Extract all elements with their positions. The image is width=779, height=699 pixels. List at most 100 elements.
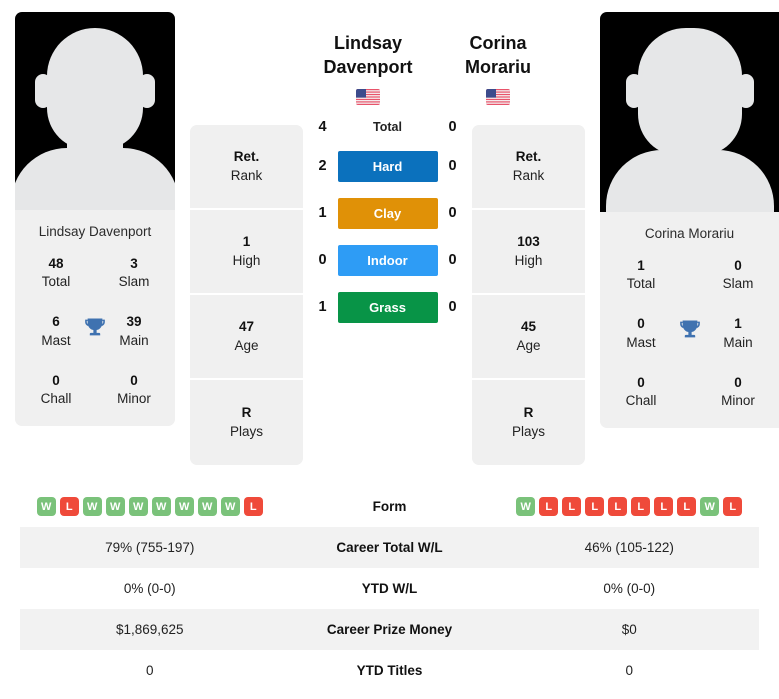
h2h-row-clay: 1 Clay 0 bbox=[303, 197, 472, 229]
right-career-total-wl: 46% (105-122) bbox=[584, 540, 674, 555]
right-form-cell: WLLLLLLLWL bbox=[500, 497, 760, 516]
h2h-right-score: 0 bbox=[448, 205, 457, 221]
h2h-right-score: 0 bbox=[448, 252, 457, 268]
form-badge-loss: L bbox=[585, 497, 605, 516]
h2h-right-score: 0 bbox=[448, 158, 457, 174]
left-titles-total: 48 Total bbox=[41, 256, 71, 290]
us-flag-icon bbox=[356, 88, 380, 105]
left-player-photo bbox=[15, 12, 175, 210]
form-badge-win: W bbox=[128, 497, 148, 516]
player-names: Lindsay Davenport Corina Morariu bbox=[303, 32, 531, 105]
h2h-left-score: 1 bbox=[318, 205, 327, 221]
table-row-career-total-wl: 79% (755-197) Career Total W/L 46% (105-… bbox=[20, 527, 759, 568]
row-label-ytd-wl: YTD W/L bbox=[361, 581, 418, 596]
player-comparison-page: Lindsay Davenport 48 Total 3 Slam 6 Mast… bbox=[0, 0, 779, 699]
left-titles-grid: 48 Total 3 Slam 6 Mast 39 Main 0 Chall 0… bbox=[15, 255, 175, 426]
form-badge-win: W bbox=[197, 497, 217, 516]
form-badge-loss: L bbox=[677, 497, 697, 516]
trophy-icon bbox=[85, 318, 105, 336]
form-badge-win: W bbox=[220, 497, 240, 516]
right-titles-total: 1 Total bbox=[626, 258, 656, 292]
h2h-right-score: 0 bbox=[448, 299, 457, 315]
us-flag-icon bbox=[486, 88, 510, 105]
form-badge-loss: L bbox=[539, 497, 559, 516]
form-badge-loss: L bbox=[723, 497, 743, 516]
right-player-info-column: Ret. Rank 103 High 45 Age R Plays bbox=[472, 125, 585, 465]
right-titles-row-1: 1 Total 0 Slam bbox=[614, 257, 765, 293]
trophy-icon bbox=[679, 320, 700, 338]
right-player-photo bbox=[600, 12, 779, 212]
head-to-head-list: 4 Total 0 2 Hard 0 1 Clay 0 0 Indoor 0 1… bbox=[303, 119, 472, 323]
form-badge-win: W bbox=[700, 497, 720, 516]
right-titles-main: 1 Main bbox=[723, 316, 753, 350]
left-player-card: Lindsay Davenport 48 Total 3 Slam 6 Mast… bbox=[15, 12, 175, 427]
right-form-badges: WLLLLLLLWL bbox=[500, 497, 760, 516]
form-badge-loss: L bbox=[608, 497, 628, 516]
form-badge-loss: L bbox=[562, 497, 582, 516]
left-player-photo-name: Lindsay Davenport bbox=[38, 224, 152, 239]
h2h-surface-label: Total bbox=[373, 119, 402, 134]
left-info-plays: R Plays bbox=[229, 404, 263, 439]
left-player-name: Lindsay Davenport bbox=[323, 33, 413, 77]
left-titles-chall: 0 Chall bbox=[40, 372, 72, 407]
left-info-high: 1 High bbox=[190, 210, 303, 295]
row-label-ytd-titles: YTD Titles bbox=[356, 663, 423, 678]
form-badge-win: W bbox=[105, 497, 125, 516]
right-info-high: 103 High bbox=[472, 210, 585, 295]
table-row-form: WLWWWWWWWL Form WLLLLLLLWL bbox=[20, 486, 759, 527]
right-ytd-titles: 0 bbox=[625, 663, 633, 678]
left-player-heading: Lindsay Davenport bbox=[303, 32, 433, 105]
right-info-age: 45 Age bbox=[472, 295, 585, 380]
h2h-left-score: 4 bbox=[318, 118, 327, 135]
left-titles-row-3: 0 Chall 0 Minor bbox=[29, 372, 161, 408]
form-badge-win: W bbox=[151, 497, 171, 516]
left-ytd-wl: 0% (0-0) bbox=[123, 581, 176, 596]
h2h-left-score: 0 bbox=[318, 252, 327, 268]
right-titles-minor: 0 Minor bbox=[721, 374, 755, 409]
left-info-age: 47 Age bbox=[190, 295, 303, 380]
h2h-left-score: 1 bbox=[318, 299, 327, 315]
right-ytd-wl: 0% (0-0) bbox=[603, 581, 656, 596]
right-career-prize-money: $0 bbox=[621, 622, 637, 637]
left-titles-row-1: 48 Total 3 Slam bbox=[29, 255, 161, 291]
avatar-silhouette-ear-left bbox=[625, 74, 642, 108]
right-info-rank: Ret. Rank bbox=[472, 125, 585, 210]
h2h-surface-badge-indoor[interactable]: Indoor bbox=[337, 244, 438, 276]
h2h-row-indoor: 0 Indoor 0 bbox=[303, 244, 472, 276]
h2h-surface-badge-grass[interactable]: Grass bbox=[337, 291, 438, 323]
form-badge-win: W bbox=[82, 497, 102, 516]
right-titles-chall: 0 Chall bbox=[625, 374, 657, 409]
left-titles-slam: 3 Slam bbox=[118, 256, 150, 290]
right-player-heading: Corina Morariu bbox=[433, 32, 563, 105]
head-to-head-section: Lindsay Davenport Corina Morariu 4 Total… bbox=[303, 12, 531, 323]
avatar-silhouette-ear-right bbox=[139, 74, 155, 108]
table-row-ytd-wl: 0% (0-0) YTD W/L 0% (0-0) bbox=[20, 568, 759, 609]
h2h-right-score: 0 bbox=[448, 118, 457, 135]
right-titles-slam: 0 Slam bbox=[722, 258, 754, 292]
right-titles-mast: 0 Mast bbox=[626, 316, 656, 350]
row-label-career-total-wl: Career Total W/L bbox=[336, 540, 443, 555]
right-info-plays: R Plays bbox=[511, 404, 545, 439]
h2h-row-grass: 1 Grass 0 bbox=[303, 291, 472, 323]
h2h-surface-badge-clay[interactable]: Clay bbox=[337, 197, 438, 229]
right-player-name: Corina Morariu bbox=[464, 33, 531, 77]
right-titles-row-2: 0 Mast 1 Main bbox=[614, 315, 765, 351]
avatar-silhouette-ear-left bbox=[35, 74, 51, 108]
form-badge-win: W bbox=[516, 497, 536, 516]
right-titles-grid: 1 Total 0 Slam 0 Mast 1 Main 0 Chall 0 M… bbox=[600, 257, 779, 428]
left-titles-row-2: 6 Mast 39 Main bbox=[29, 313, 161, 349]
left-titles-mast: 6 Mast bbox=[41, 314, 71, 348]
avatar-silhouette-ear-right bbox=[737, 74, 754, 108]
form-badge-loss: L bbox=[243, 497, 263, 516]
form-badge-win: W bbox=[36, 497, 56, 516]
right-titles-row-3: 0 Chall 0 Minor bbox=[614, 374, 765, 410]
right-player-card: Corina Morariu 1 Total 0 Slam 0 Mast 1 M… bbox=[600, 12, 779, 429]
left-form-badges: WLWWWWWWWL bbox=[20, 497, 280, 516]
left-form-cell: WLWWWWWWWL bbox=[20, 497, 280, 516]
left-player-info-column: Ret. Rank 1 High 47 Age R Plays bbox=[190, 125, 303, 465]
row-label-form: Form bbox=[372, 499, 407, 514]
left-titles-main: 39 Main bbox=[119, 314, 149, 348]
left-ytd-titles: 0 bbox=[145, 663, 154, 678]
table-row-career-prize-money: $1,869,625 Career Prize Money $0 bbox=[20, 609, 759, 650]
h2h-surface-badge-hard[interactable]: Hard bbox=[337, 150, 438, 182]
